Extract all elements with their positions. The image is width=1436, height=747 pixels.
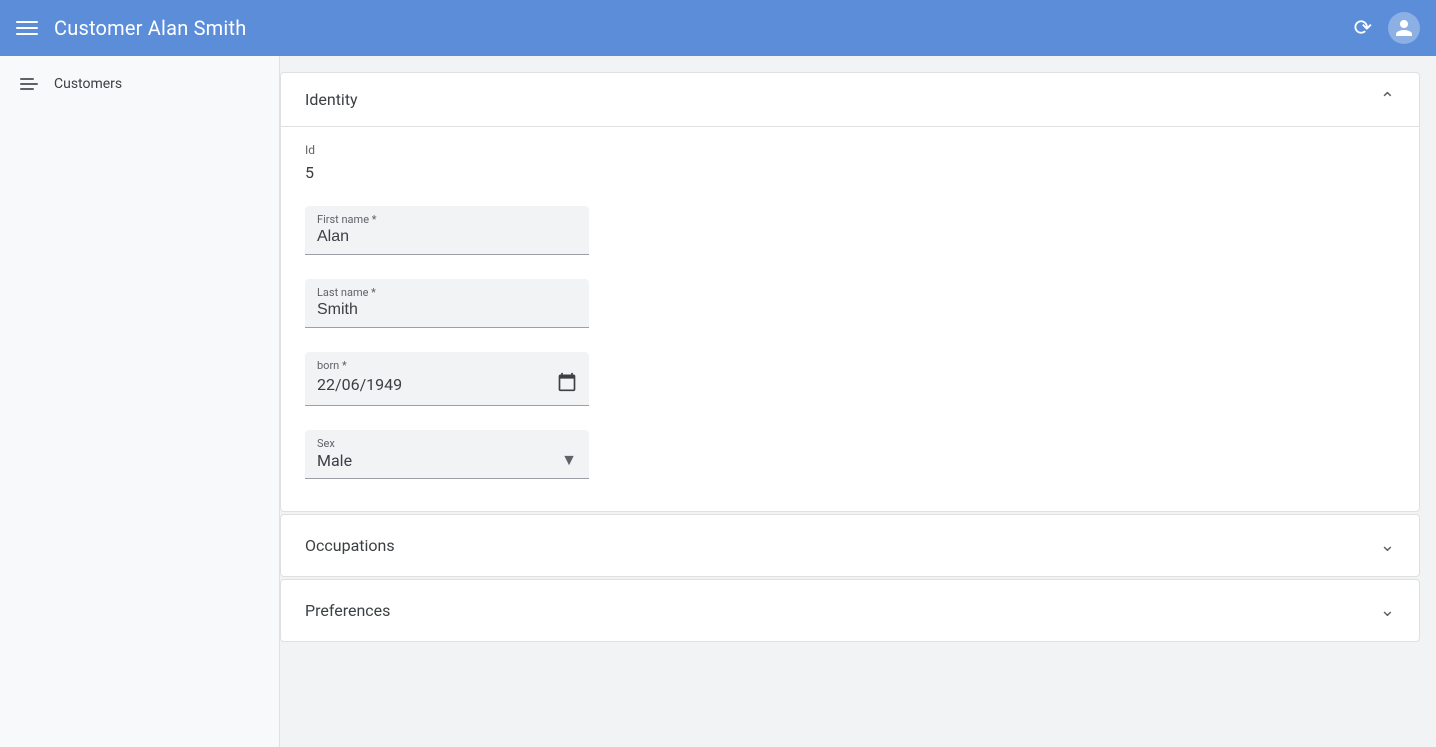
last-name-input[interactable]	[317, 301, 577, 319]
content-area: Identity ⌃ Id 5 First name * Last name *	[280, 56, 1436, 747]
last-name-label: Last name *	[317, 286, 376, 299]
refresh-icon[interactable]: ⟳	[1354, 16, 1372, 41]
identity-collapse-icon: ⌃	[1380, 89, 1395, 110]
first-name-label: First name *	[317, 213, 377, 226]
born-value: 22/06/1949	[317, 375, 557, 394]
identity-section: Identity ⌃ Id 5 First name * Last name *	[280, 72, 1420, 512]
sex-dropdown-icon: ▼	[561, 450, 577, 470]
list-icon	[20, 78, 38, 90]
identity-section-content: Id 5 First name * Last name * born *	[281, 127, 1419, 511]
preferences-section-title: Preferences	[305, 601, 390, 620]
sidebar: Customers	[0, 56, 280, 747]
sex-label: Sex	[317, 437, 335, 450]
sex-value: Male	[317, 451, 561, 470]
first-name-input[interactable]	[317, 228, 577, 246]
menu-icon[interactable]	[16, 21, 38, 35]
sex-field[interactable]: Sex Male ▼	[305, 430, 589, 479]
occupations-collapse-icon: ⌄	[1380, 535, 1395, 556]
id-label: Id	[305, 143, 1395, 157]
main-layout: Customers Identity ⌃ Id 5 First name *	[0, 56, 1436, 747]
app-header: Customer Alan Smith ⟳	[0, 0, 1436, 56]
sidebar-item-customers[interactable]: Customers	[0, 64, 279, 104]
occupations-section: Occupations ⌄	[280, 514, 1420, 577]
preferences-section: Preferences ⌄	[280, 579, 1420, 642]
id-field-group: Id 5	[305, 143, 1395, 182]
id-value: 5	[305, 163, 1395, 182]
sidebar-item-label: Customers	[54, 76, 122, 92]
preferences-section-header[interactable]: Preferences ⌄	[281, 580, 1419, 641]
preferences-collapse-icon: ⌄	[1380, 600, 1395, 621]
born-field-inner: 22/06/1949	[317, 372, 577, 397]
identity-section-title: Identity	[305, 90, 358, 109]
born-field[interactable]: born * 22/06/1949	[305, 352, 589, 406]
occupations-section-title: Occupations	[305, 536, 395, 555]
occupations-section-header[interactable]: Occupations ⌄	[281, 515, 1419, 576]
sex-field-inner: Male ▼	[317, 450, 577, 470]
account-icon[interactable]	[1388, 12, 1420, 44]
header-actions: ⟳	[1354, 12, 1420, 44]
page-title: Customer Alan Smith	[54, 16, 1354, 40]
born-label: born *	[317, 359, 347, 372]
calendar-icon[interactable]	[557, 372, 577, 397]
first-name-field[interactable]: First name *	[305, 206, 589, 255]
identity-section-header[interactable]: Identity ⌃	[281, 73, 1419, 127]
last-name-field[interactable]: Last name *	[305, 279, 589, 328]
